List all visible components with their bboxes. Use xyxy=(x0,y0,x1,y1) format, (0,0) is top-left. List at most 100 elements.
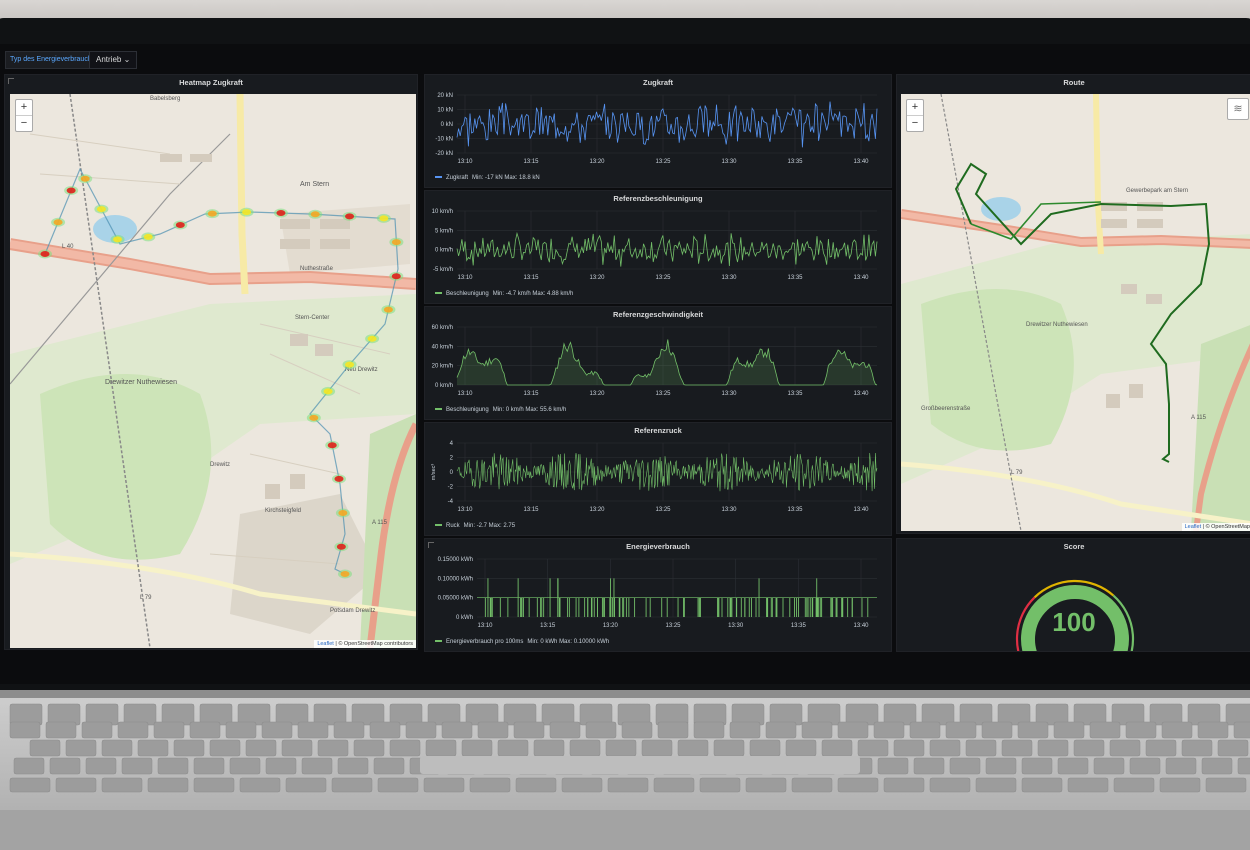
heat-spot xyxy=(175,221,185,228)
y-tick-label: 10 kN xyxy=(437,108,453,114)
osm-attribution[interactable]: | © OpenStreetMap contributors xyxy=(334,641,413,647)
heat-spot xyxy=(334,475,344,482)
legend-swatch xyxy=(435,408,442,411)
legend-stats: Min: 0 kWh Max: 0.10000 kWh xyxy=(527,639,610,645)
zoom-in-button[interactable]: + xyxy=(16,100,32,116)
map-label: L 79 xyxy=(140,595,152,601)
x-tick-label: 13:35 xyxy=(787,159,803,165)
x-tick-label: 13:10 xyxy=(477,623,493,629)
y-axis-unit: m/sec³ xyxy=(431,464,437,481)
x-tick-label: 13:25 xyxy=(655,391,671,397)
x-tick-label: 13:40 xyxy=(853,159,869,165)
route-map[interactable]: Drewitzer Nuthewiesen Großbeerenstraße G… xyxy=(901,94,1250,531)
panel-score: Score 100 xyxy=(896,538,1250,652)
layers-icon[interactable]: ≋ xyxy=(1227,98,1249,120)
heat-spot xyxy=(391,239,401,246)
map-label: Drewitzer Nuthewiesen xyxy=(105,379,177,386)
x-tick-label: 13:25 xyxy=(655,507,671,513)
legend-stats: Min: -2.7 Max: 2.75 xyxy=(463,523,516,529)
map-tiles: Drewitzer Nuthewiesen Großbeerenstraße G… xyxy=(901,94,1250,531)
y-tick-label: 20 km/h xyxy=(432,364,453,370)
heat-spot xyxy=(113,236,123,243)
zoom-out-button[interactable]: − xyxy=(907,116,923,131)
map-label: Drewitzer Nuthewiesen xyxy=(1026,322,1088,328)
x-tick-label: 13:30 xyxy=(728,623,744,629)
osm-attribution[interactable]: | © OpenStreetMap xyxy=(1201,524,1250,530)
x-tick-label: 13:40 xyxy=(853,391,869,397)
legend-swatch xyxy=(435,292,442,295)
chart-legend[interactable]: Ruck Min: -2.7 Max: 2.75 xyxy=(435,523,515,529)
score-value: 100 xyxy=(1052,607,1096,637)
panel-title: Route xyxy=(1063,78,1085,87)
map-tiles: Babelsberg Am Stern Drewitzer Nuthewiese… xyxy=(10,94,416,648)
x-tick-label: 13:15 xyxy=(523,275,539,281)
y-tick-label: 4 xyxy=(450,441,454,447)
heat-spot xyxy=(383,306,393,313)
heat-spot xyxy=(323,388,333,395)
y-tick-label: 0.15000 kWh xyxy=(438,557,473,563)
heat-spot xyxy=(207,210,217,217)
x-tick-label: 13:35 xyxy=(791,623,807,629)
chart-legend[interactable]: Beschleunigung Min: -4.7 km/h Max: 4.88 k… xyxy=(435,291,573,297)
beschleunigung-chart: 10 km/h 5 km/h 0 km/h -5 km/h 13:10 13:15 13:2… xyxy=(432,209,878,281)
x-tick-label: 13:30 xyxy=(721,275,737,281)
leaflet-link[interactable]: Leaflet xyxy=(1185,524,1202,530)
panel-zugkraft: Zugkraft 20 kN 10 kN 0 kN -10 kN -20 kN 13:10… xyxy=(424,74,892,188)
map-label: Potsdam Drewitz xyxy=(330,608,375,614)
x-tick-label: 13:30 xyxy=(721,507,737,513)
zoom-out-button[interactable]: − xyxy=(16,116,32,131)
x-tick-label: 13:15 xyxy=(540,623,556,629)
heat-spot xyxy=(327,442,337,449)
zoom-control: + − xyxy=(15,99,33,132)
map-label: Nuthestraße xyxy=(300,266,334,272)
y-tick-label: 60 km/h xyxy=(432,325,453,331)
heat-spot xyxy=(345,361,355,368)
leaflet-link[interactable]: Leaflet xyxy=(317,641,334,647)
panel-route: Route Drewitzer Nuthewiesen Großbeerenst… xyxy=(896,74,1250,534)
map-label: Drewitz xyxy=(210,462,230,468)
heat-spot xyxy=(367,335,377,342)
chart-legend[interactable]: Beschleunigung Min: 0 km/h Max: 55.6 km/h xyxy=(435,407,566,413)
panel-referenzbeschleunigung: Referenzbeschleunigung 10 km/h 5 km/h 0 km… xyxy=(424,190,892,304)
panel-title: Heatmap Zugkraft xyxy=(179,78,243,87)
legend-series-name: Zugkraft xyxy=(446,175,469,181)
zoom-in-button[interactable]: + xyxy=(907,100,923,116)
panel-heatmap: Heatmap Zugkraft Babelsberg Am Stern Dre… xyxy=(4,74,418,650)
heatmap-map[interactable]: Babelsberg Am Stern Drewitzer Nuthewiese… xyxy=(10,94,416,648)
x-tick-label: 13:40 xyxy=(853,623,869,629)
y-tick-label: 0.05000 kWh xyxy=(438,596,473,602)
legend-stats: Min: -4.7 km/h Max: 4.88 km/h xyxy=(492,291,574,297)
heat-spot xyxy=(96,206,106,213)
map-label: Großbeerenstraße xyxy=(921,406,971,412)
map-label: Kirchsteigfeld xyxy=(265,508,301,514)
x-tick-label: 13:25 xyxy=(655,159,671,165)
chart-legend[interactable]: Zugkraft Min: -17 kN Max: 18.8 kN xyxy=(435,175,540,181)
map-label: A 115 xyxy=(1191,415,1207,421)
heat-spot xyxy=(53,219,63,226)
map-label: A 115 xyxy=(372,520,388,526)
x-tick-label: 13:20 xyxy=(603,623,619,629)
heat-spot xyxy=(345,213,355,220)
y-tick-label: 20 kN xyxy=(437,93,453,99)
y-tick-label: 0 km/h xyxy=(435,248,453,254)
x-tick-label: 13:30 xyxy=(721,159,737,165)
chart-legend[interactable]: Energieverbrauch pro 100ms Min: 0 kWh Max… xyxy=(435,639,609,645)
x-tick-label: 13:20 xyxy=(589,391,605,397)
panel-energieverbrauch: Energieverbrauch 0.15000 kWh 0.10000 kWh 0… xyxy=(424,538,892,652)
heat-spot xyxy=(276,210,286,217)
laptop-keyboard xyxy=(0,690,1250,850)
y-tick-label: 2 xyxy=(450,456,454,462)
variable-label: Typ des Energieverbrauchs xyxy=(5,51,101,69)
y-tick-label: 0.10000 kWh xyxy=(438,576,473,582)
map-label: Babelsberg xyxy=(150,96,180,102)
heat-spot xyxy=(391,273,401,280)
y-tick-label: 5 km/h xyxy=(435,228,453,234)
heat-spot xyxy=(340,571,350,577)
x-tick-label: 13:10 xyxy=(457,275,473,281)
x-tick-label: 13:35 xyxy=(787,507,803,513)
map-attribution: Leaflet | © OpenStreetMap xyxy=(1181,523,1250,531)
panel-referenzruck: Referenzruck 4 2 0 -2 -4 13:10 13:15 13:20 13:25… xyxy=(424,422,892,536)
energy-type-select[interactable]: Antrieb ⌄ xyxy=(89,51,138,69)
heat-spot xyxy=(242,209,252,216)
panel-referenzgeschwindigkeit: Referenzgeschwindigkeit 60 km/h 40 km/h 20… xyxy=(424,306,892,420)
